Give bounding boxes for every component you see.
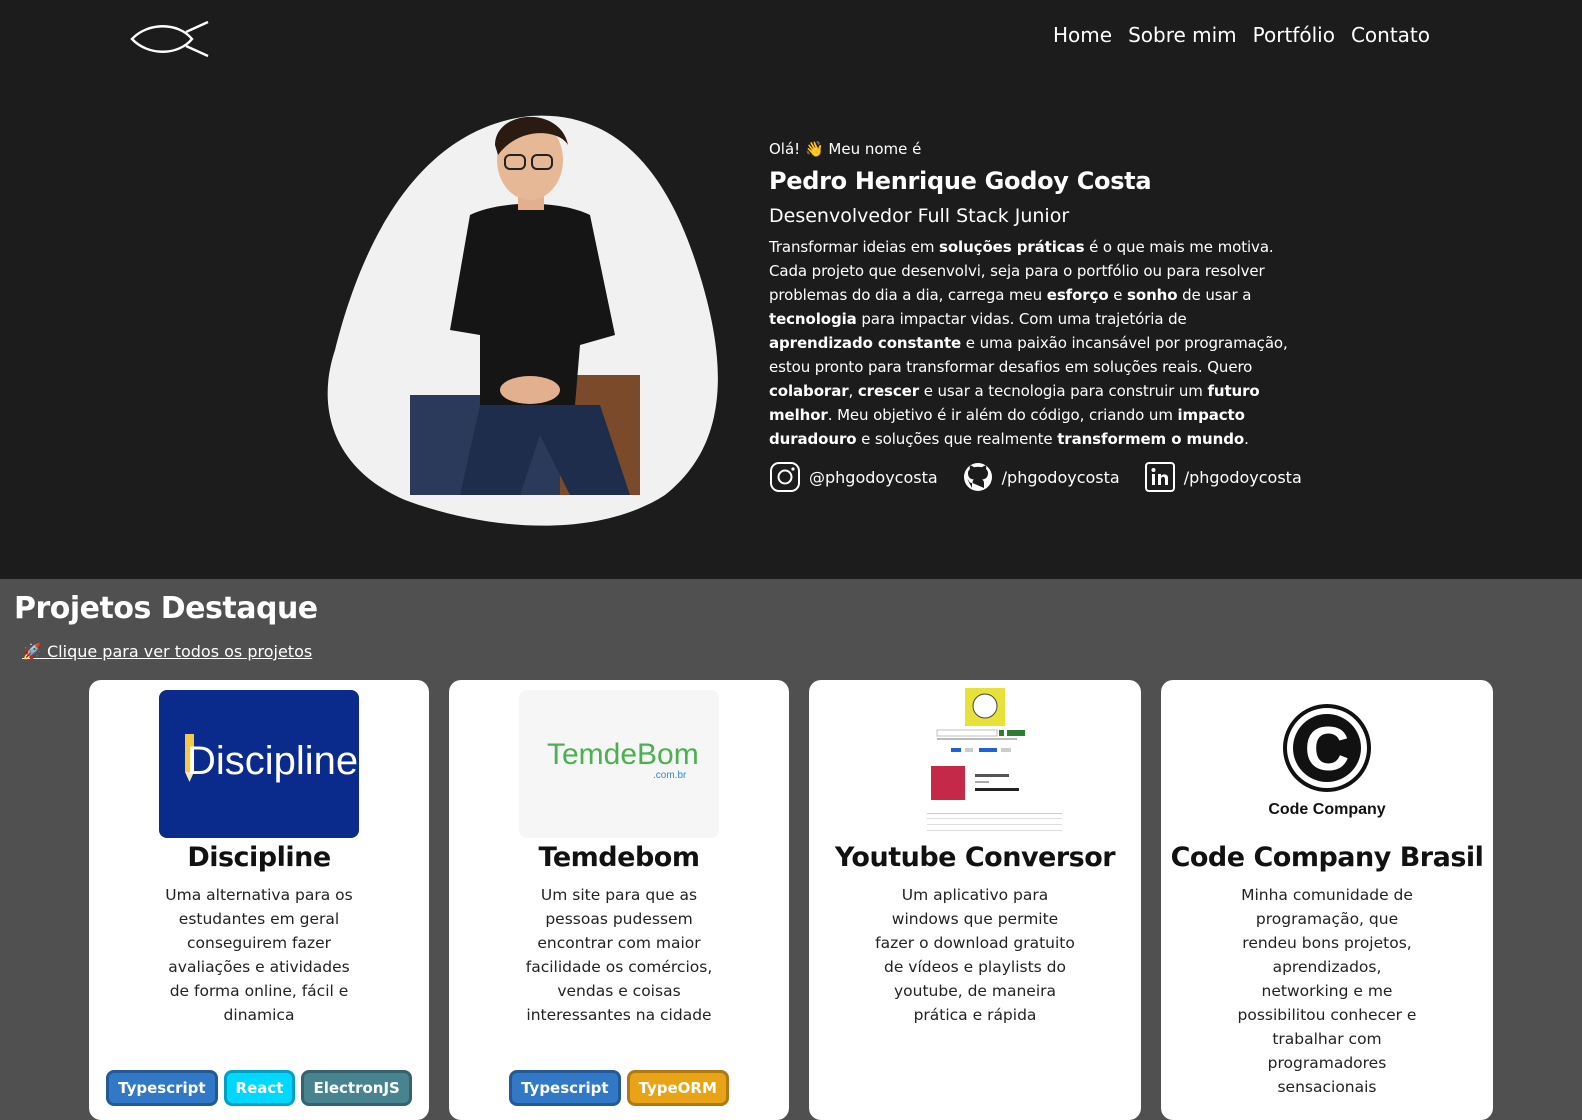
intro-block: Olá! 👋 Meu nome é Pedro Henrique Godoy C… [769, 139, 1302, 493]
code-company-logo-text: Code Company [1268, 801, 1385, 818]
greeting: Olá! 👋 Meu nome é [769, 140, 922, 158]
github-icon [963, 463, 992, 491]
see-all-projects-link[interactable]: 🚀 Clique para ver todos os projetos [22, 642, 312, 661]
discipline-logo-text: Discipline [187, 739, 358, 783]
card-title: Temdebom [538, 842, 700, 873]
card-description: Minha comunidade de programação, que ren… [1237, 886, 1417, 1096]
bio-text: Transformar ideias em soluções práticas … [769, 235, 1289, 451]
card-title: Discipline [187, 842, 331, 873]
job-title: Desenvolvedor Full Stack Junior [769, 205, 1070, 227]
card-description: Um aplicativo para windows que permite f… [875, 886, 1075, 1024]
tag-typescript: Typescript [106, 1070, 218, 1106]
tag-typeorm: TypeORM [626, 1070, 729, 1106]
project-card-discipline[interactable]: Discipline Discipline Uma alternativa pa… [89, 680, 429, 1120]
github-handle: /phgodoycosta [1001, 467, 1120, 487]
bio-emphasis: colaborar [769, 382, 849, 400]
hero-section: Home Sobre mim Portfólio Contato Olá! 👋 … [0, 0, 1582, 579]
bio-segment: e [1108, 286, 1128, 304]
social-links: @phgodoycosta /phgodoycosta /phgodoycost… [769, 461, 1302, 493]
tag-electronjs: ElectronJS [301, 1070, 412, 1106]
bio-segment: para impactar vidas. Com uma trajetória … [856, 310, 1187, 328]
instagram-handle: @phgodoycosta [809, 467, 938, 487]
bio-emphasis: soluções práticas [939, 238, 1085, 256]
bio-segment: Transformar ideias em [769, 238, 940, 256]
temdebom-logo-sub: .com.br [653, 770, 687, 781]
bio-segment: e usar a tecnologia para construir um [919, 382, 1208, 400]
temdebom-logo: TemdeBom .com.br [519, 690, 719, 838]
instagram-link[interactable]: @phgodoycosta [769, 461, 938, 493]
linkedin-link[interactable]: /phgodoycosta [1144, 461, 1302, 493]
tech-tags: Typescript React ElectronJS [89, 1070, 429, 1106]
youtube-conversor-screenshot [927, 688, 1062, 831]
tag-react: React [223, 1070, 296, 1106]
card-description: Uma alternativa para os estudantes em ge… [165, 886, 353, 1024]
project-card-youtube-conversor[interactable]: Youtube Conversor Um aplicativo para win… [809, 680, 1141, 1120]
nav-home[interactable]: Home [1053, 23, 1112, 47]
card-title: Youtube Conversor [834, 842, 1116, 873]
full-name: Pedro Henrique Godoy Costa [769, 167, 1152, 195]
instagram-icon [770, 462, 800, 492]
bio-segment: . [1244, 430, 1249, 448]
bio-segment: e soluções que realmente [856, 430, 1058, 448]
bio-emphasis: aprendizado constante [769, 334, 962, 352]
section-title: Projetos Destaque [14, 591, 318, 626]
bio-segment: . Meu objetivo é ir além do código, cria… [827, 406, 1178, 424]
card-title: Code Company Brasil [1170, 842, 1484, 873]
fish-logo-icon[interactable] [130, 20, 210, 58]
bio-emphasis: sonho [1127, 286, 1178, 304]
bio-segment: de usar a [1177, 286, 1252, 304]
tag-typescript: Typescript [509, 1070, 621, 1106]
linkedin-icon [1144, 462, 1175, 492]
linkedin-handle: /phgodoycosta [1183, 467, 1302, 487]
project-card-code-company[interactable]: C Code Company Code Company Brasil Minha… [1161, 680, 1493, 1120]
project-card-temdebom[interactable]: TemdeBom .com.br Temdebom Um site para q… [449, 680, 789, 1120]
tech-tags: Typescript TypeORM [449, 1070, 789, 1106]
bio-emphasis: crescer [857, 382, 920, 400]
main-nav: Home Sobre mim Portfólio Contato [1053, 23, 1430, 47]
nav-portfolio[interactable]: Portfólio [1253, 23, 1335, 47]
bio-emphasis: transformem o mundo [1057, 430, 1245, 448]
svg-text:C: C [1305, 715, 1350, 784]
github-link[interactable]: /phgodoycosta [962, 461, 1120, 493]
profile-photo [410, 116, 640, 495]
bio-segment: , [848, 382, 858, 400]
bio-emphasis: esforço [1046, 286, 1109, 304]
discipline-logo: Discipline [159, 690, 359, 838]
bio-emphasis: tecnologia [769, 310, 857, 328]
nav-about[interactable]: Sobre mim [1128, 23, 1237, 47]
temdebom-logo-text: TemdeBom [547, 738, 699, 771]
code-company-logo: C Code Company [1268, 704, 1386, 818]
nav-contact[interactable]: Contato [1351, 23, 1430, 47]
card-description: Um site para que as pessoas pudessem enc… [525, 886, 713, 1024]
